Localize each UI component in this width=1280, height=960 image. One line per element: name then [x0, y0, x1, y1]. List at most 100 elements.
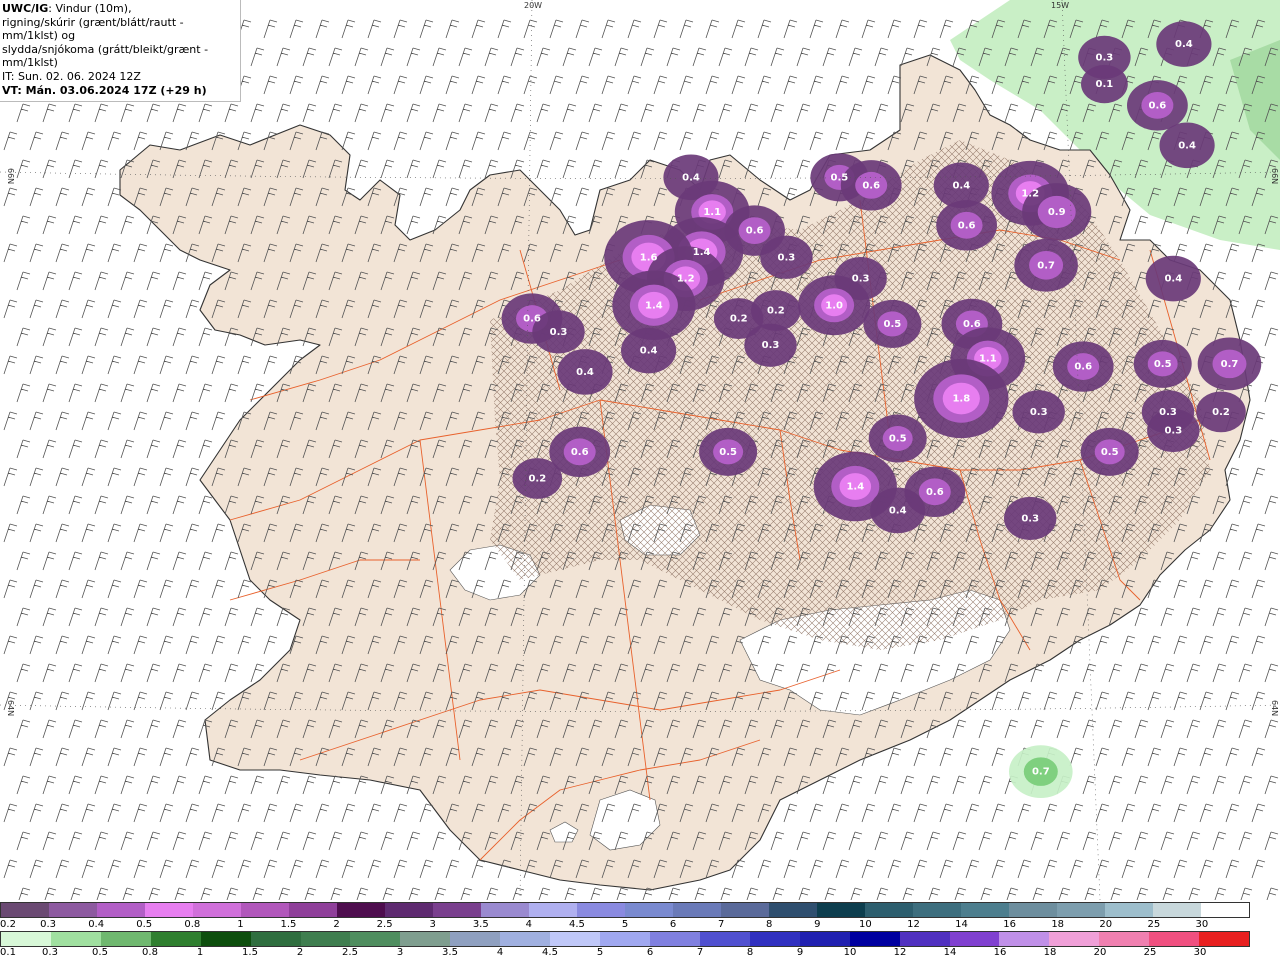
precip-value-label: 1.8 — [952, 394, 970, 405]
valid-time: VT: Mán. 03.06.2024 17Z (+29 h) — [2, 83, 207, 97]
legend-swatch — [1153, 903, 1201, 917]
precip-value-label: 0.3 — [852, 274, 870, 285]
precip-value-label: 0.4 — [1175, 39, 1193, 50]
precip-value-label: 0.7 — [1037, 260, 1055, 271]
legend-swatch — [50, 932, 101, 946]
legend-rain-labels: 0.1 0.3 0.5 0.8 1 1.5 2 2.5 3 3.5 4 4.5 5 6 7 8 9 10 12 14 1… — [0, 947, 1280, 960]
precip-value-label: 0.6 — [963, 319, 981, 330]
precip-value-label: 0.3 — [1030, 407, 1048, 418]
legend-swatch — [577, 903, 625, 917]
legend-tick-label: 30 — [1195, 919, 1209, 930]
legend-tick-label: 16 — [993, 947, 1007, 958]
legend-swatch — [241, 903, 289, 917]
legend-tick-label: 2 — [296, 947, 304, 958]
legend-tick-label: 20 — [1099, 919, 1113, 930]
legend-swatch — [200, 932, 251, 946]
legend-swatch — [649, 932, 700, 946]
legend-swatch — [849, 932, 900, 946]
legend-swatch — [699, 932, 750, 946]
legend-swatch — [1201, 903, 1249, 917]
legend-swatch — [1199, 932, 1250, 946]
legend-tick-label: 0.4 — [88, 919, 105, 930]
precip-value-label: 0.4 — [889, 505, 907, 516]
legend-swatch — [385, 903, 433, 917]
legend-tick-label: 0.3 — [42, 947, 58, 958]
legend-swatch — [999, 932, 1050, 946]
legend-swatch — [817, 903, 865, 917]
precip-value-label: 0.7 — [1032, 767, 1050, 778]
precip-value-label: 1.4 — [693, 247, 711, 258]
header-line2: rigning/skúrir (grænt/blátt/rautt - mm/1… — [2, 15, 184, 43]
precip-value-label: 0.3 — [1159, 407, 1177, 418]
precip-value-label: 0.5 — [889, 434, 907, 445]
legend-tick-label: 8 — [746, 947, 754, 958]
coord-top-15w: 15W — [1051, 1, 1069, 10]
precip-value-label: 1.2 — [1021, 188, 1039, 199]
precip-value-label: 0.4 — [1164, 274, 1182, 285]
legend-swatch — [49, 903, 97, 917]
color-legend: 0.2 0.3 0.4 0.5 0.8 1 1.5 2 2.5 3 3.5 4 4.5 5 6 7 8 9 10 12… — [0, 900, 1280, 960]
legend-swatch — [1105, 903, 1153, 917]
header-line3: slydda/snjókoma (grátt/bleikt/grænt - mm… — [2, 42, 209, 70]
legend-tick-label: 2 — [333, 919, 340, 930]
precip-value-label: 0.2 — [730, 314, 748, 325]
precip-value-label: 0.9 — [1048, 207, 1066, 218]
legend-swatch — [529, 903, 577, 917]
precip-value-label: 0.6 — [926, 487, 944, 498]
legend-tick-label: 12 — [907, 919, 920, 930]
legend-tick-label: 1.5 — [242, 947, 258, 958]
legend-tick-label: 4 — [496, 947, 504, 958]
legend-swatch — [250, 932, 301, 946]
legend-tick-label: 18 — [1051, 919, 1065, 930]
legend-tick-label: 2.5 — [342, 947, 358, 958]
legend-tick-label: 5 — [596, 947, 604, 958]
precip-value-label: 0.1 — [1096, 79, 1114, 90]
legend-swatch — [1149, 932, 1200, 946]
legend-snow-bar — [0, 902, 1250, 918]
legend-tick-label: 6 — [669, 919, 677, 930]
legend-swatch — [1049, 932, 1100, 946]
legend-tick-label: 16 — [1003, 919, 1016, 930]
legend-swatch — [913, 903, 961, 917]
legend-tick-label: 6 — [646, 947, 654, 958]
forecast-map[interactable]: 0.3 0.1 0.4 0.6 0.4 1.2 0.9 0.7 0.4 0.4 1.1 0.6 1.4 1… — [0, 0, 1280, 900]
legend-swatch — [100, 932, 151, 946]
precip-value-label: 0.6 — [958, 220, 976, 231]
precip-value-label: 1.6 — [640, 252, 658, 263]
legend-swatch — [949, 932, 1000, 946]
legend-tick-label: 20 — [1093, 947, 1107, 958]
legend-tick-label: 14 — [943, 947, 957, 958]
legend-swatch — [865, 903, 913, 917]
precip-value-label: 1.0 — [825, 300, 843, 311]
precip-value-label: 0.4 — [682, 172, 700, 183]
precip-value-label: 0.3 — [1164, 426, 1182, 437]
legend-tick-label: 3 — [429, 919, 436, 930]
legend-tick-label: 3 — [396, 947, 404, 958]
legend-tick-label: 12 — [893, 947, 907, 958]
legend-swatch — [1009, 903, 1057, 917]
legend-tick-label: 25 — [1147, 919, 1161, 930]
legend-swatch — [145, 903, 193, 917]
precip-value-label: 0.6 — [1074, 362, 1092, 373]
legend-swatch — [799, 932, 850, 946]
legend-swatch — [400, 932, 451, 946]
legend-tick-label: 0.5 — [136, 919, 153, 930]
precip-value-label: 1.1 — [703, 207, 721, 218]
legend-swatch — [550, 932, 601, 946]
legend-swatch — [350, 932, 401, 946]
legend-swatch — [193, 903, 241, 917]
legend-swatch — [899, 932, 950, 946]
legend-tick-label: 3.5 — [472, 919, 489, 930]
legend-tick-label: 7 — [696, 947, 704, 958]
legend-swatch — [749, 932, 800, 946]
coord-left-64n: 64N — [6, 700, 15, 716]
legend-tick-label: 2.5 — [376, 919, 393, 930]
legend-swatch — [1057, 903, 1105, 917]
legend-swatch — [481, 903, 529, 917]
product-name: UWC/IG — [2, 2, 49, 15]
coord-right-66n: 66N — [1270, 168, 1279, 184]
legend-tick-label: 4.5 — [568, 919, 585, 930]
legend-tick-label: 0.5 — [92, 947, 108, 958]
legend-swatch — [337, 903, 385, 917]
legend-swatch — [1099, 932, 1150, 946]
